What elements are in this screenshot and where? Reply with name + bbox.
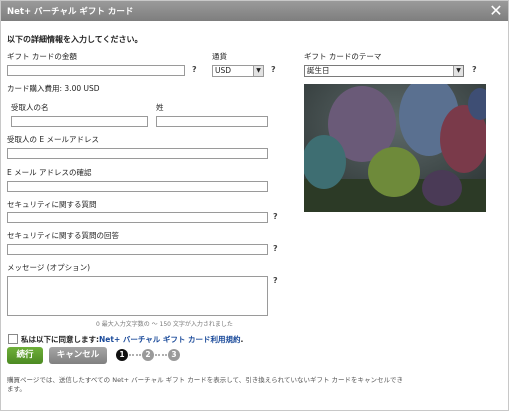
recipient-last-name-label: 姓 <box>156 103 164 112</box>
message-label: メッセージ (オプション) <box>7 263 91 272</box>
step-indicator-1: 1 <box>116 349 128 361</box>
chevron-down-icon: ▼ <box>453 66 463 76</box>
form-heading: 以下の詳細情報を入力してください。 <box>7 35 143 44</box>
recipient-first-name-label: 受取人の名 <box>11 103 49 112</box>
recipient-email-label: 受取人の E メールアドレス <box>7 135 100 144</box>
security-question-label: セキュリティに関する質問 <box>7 200 97 209</box>
recipient-email-input[interactable] <box>7 148 268 159</box>
recipient-first-name-input[interactable] <box>11 116 148 127</box>
security-answer-input[interactable] <box>7 244 268 255</box>
currency-label: 通貨 <box>212 52 227 61</box>
continue-button[interactable]: 続行 <box>7 347 43 364</box>
gift-card-dialog: Net+ バーチャル ギフト カード ✕ 以下の詳細情報を入力してください。 ギ… <box>0 0 509 411</box>
step-connector <box>155 354 167 356</box>
step-indicator-3: 3 <box>168 349 180 361</box>
dialog-title: Net+ バーチャル ギフト カード <box>7 7 134 17</box>
agree-prefix: 私は以下に同意します: <box>21 335 99 344</box>
security-question-input[interactable] <box>7 212 268 223</box>
message-textarea[interactable] <box>7 276 268 316</box>
agree-suffix: . <box>240 335 244 344</box>
chevron-down-icon: ▼ <box>253 66 263 76</box>
cancel-button[interactable]: キャンセル <box>49 347 107 364</box>
agree-text: 私は以下に同意します:Net+ バーチャル ギフト カード利用規約. <box>21 334 243 345</box>
security-answer-help-icon[interactable]: ? <box>273 244 278 253</box>
gift-card-theme-image <box>304 84 486 212</box>
theme-label: ギフト カードのテーマ <box>304 52 382 61</box>
title-bar: Net+ バーチャル ギフト カード ✕ <box>1 1 508 21</box>
theme-value: 誕生日 <box>307 66 330 75</box>
footer-note: 購買ページでは、送信したすべての Net+ バーチャル ギフト カードを表示して… <box>7 376 404 393</box>
currency-select[interactable]: USD ▼ <box>212 65 264 77</box>
terms-link[interactable]: Net+ バーチャル ギフト カード利用規約 <box>99 335 241 344</box>
amount-help-icon[interactable]: ? <box>192 65 197 74</box>
currency-help-icon[interactable]: ? <box>271 65 276 74</box>
security-question-help-icon[interactable]: ? <box>273 212 278 221</box>
security-answer-label: セキュリティに関する質問の回答 <box>7 231 120 240</box>
amount-input[interactable] <box>7 65 185 76</box>
email-confirm-input[interactable] <box>7 181 268 192</box>
card-fee-text: カード購入費用: 3.00 USD <box>7 84 100 93</box>
message-help-icon[interactable]: ? <box>273 276 278 285</box>
theme-select[interactable]: 誕生日 ▼ <box>304 65 464 77</box>
email-confirm-label: E メール アドレスの確認 <box>7 168 92 177</box>
amount-label: ギフト カードの金額 <box>7 52 77 61</box>
close-icon[interactable]: ✕ <box>488 2 504 20</box>
step-indicator-2: 2 <box>142 349 154 361</box>
step-connector <box>129 354 141 356</box>
agree-checkbox[interactable] <box>8 334 18 344</box>
recipient-last-name-input[interactable] <box>156 116 268 127</box>
theme-help-icon[interactable]: ? <box>472 65 477 74</box>
message-char-counter: 0 最大入力文字数の ～ 150 文字が入力されました <box>96 321 233 328</box>
currency-value: USD <box>215 66 232 75</box>
